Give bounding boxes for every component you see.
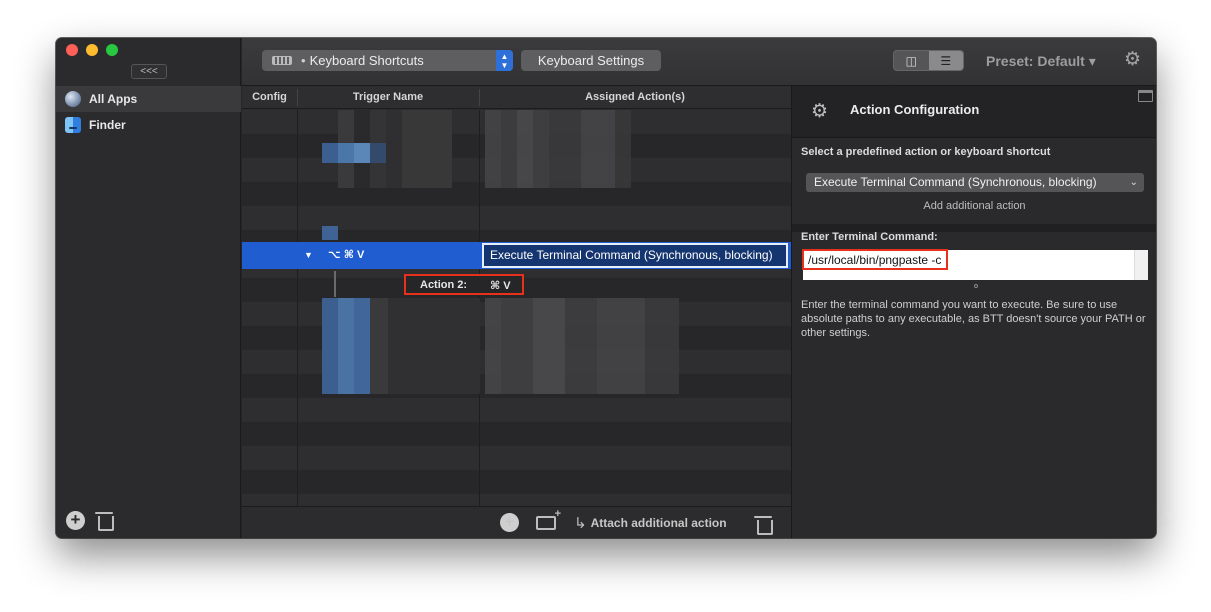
selected-action-label: Execute Terminal Command (Synchronous, b… bbox=[814, 175, 1097, 189]
chevron-down-icon: ⌄ bbox=[1129, 177, 1138, 188]
table-row[interactable] bbox=[242, 470, 791, 494]
finder-icon bbox=[65, 117, 81, 133]
btt-window: <<< All Apps Finder + • Keyboard Shortcu… bbox=[56, 38, 1156, 538]
sub-action-row[interactable]: Action 2: ⌘ V bbox=[404, 274, 524, 295]
delete-trigger-icon[interactable] bbox=[754, 516, 773, 535]
keyboard-icon bbox=[272, 56, 292, 65]
gear-icon: ⚙ bbox=[811, 101, 829, 122]
column-header-action[interactable]: Assigned Action(s) bbox=[479, 91, 791, 103]
attach-action-button[interactable]: ↳ Attach additional action bbox=[574, 514, 727, 532]
app-item-all-apps[interactable]: All Apps bbox=[56, 86, 241, 112]
redacted-trigger-upper-blue-2 bbox=[322, 226, 338, 240]
terminal-command-input[interactable] bbox=[802, 249, 948, 270]
keyboard-settings-button[interactable]: Keyboard Settings bbox=[521, 50, 661, 71]
select-action-hint: Select a predefined action or keyboard s… bbox=[801, 146, 1051, 158]
table-row[interactable] bbox=[242, 422, 791, 446]
terminal-command-help: Enter the terminal command you want to e… bbox=[801, 299, 1146, 339]
trigger-table: Config Trigger Name Assigned Action(s) ▼… bbox=[242, 86, 791, 506]
terminal-command-label: Enter Terminal Command: bbox=[801, 231, 938, 243]
expand-arrow-icon[interactable]: ▼ bbox=[304, 250, 313, 260]
sidebar-actions: + bbox=[66, 511, 114, 531]
table-row[interactable] bbox=[242, 398, 791, 422]
globe-icon bbox=[65, 91, 81, 107]
toolbar: • Keyboard Shortcuts ▲ ▼ Keyboard Setting… bbox=[242, 38, 1156, 86]
selected-trigger-name: ▼ ⌥ ⌘ V bbox=[304, 248, 364, 261]
column-view-icon[interactable]: ◫ bbox=[894, 51, 929, 70]
zoom-window-button[interactable] bbox=[106, 44, 118, 56]
table-header: Config Trigger Name Assigned Action(s) bbox=[242, 86, 791, 109]
attach-action-label: Attach additional action bbox=[590, 516, 727, 530]
redacted-trigger-lower-dark bbox=[388, 298, 480, 394]
command-scrollbar[interactable] bbox=[1134, 250, 1148, 280]
add-additional-action-link[interactable]: Add additional action bbox=[792, 200, 1156, 212]
terminal-command-box[interactable] bbox=[802, 249, 1148, 280]
redacted-trigger-lower bbox=[322, 298, 388, 394]
add-app-button[interactable]: + bbox=[66, 511, 85, 530]
resize-handle[interactable] bbox=[974, 284, 978, 288]
attach-icon: ↳ bbox=[574, 515, 587, 532]
detach-panel-icon[interactable] bbox=[1138, 90, 1153, 102]
collapse-sidebar-button[interactable]: <<< bbox=[131, 64, 167, 79]
table-row[interactable] bbox=[242, 494, 791, 506]
app-item-finder[interactable]: Finder bbox=[56, 112, 241, 138]
table-footer: + ↳ Attach additional action bbox=[242, 506, 791, 538]
column-header-trigger[interactable]: Trigger Name bbox=[297, 91, 479, 103]
redacted-action-lower bbox=[485, 298, 679, 394]
assigned-action-cell[interactable]: Execute Terminal Command (Synchronous, b… bbox=[482, 243, 788, 268]
sidebar: <<< All Apps Finder + bbox=[56, 38, 241, 538]
app-list: All Apps Finder bbox=[56, 86, 241, 138]
window-controls bbox=[66, 44, 118, 56]
trigger-type-label: Keyboard Shortcuts bbox=[309, 53, 424, 68]
table-row[interactable] bbox=[242, 446, 791, 470]
close-window-button[interactable] bbox=[66, 44, 78, 56]
delete-app-icon[interactable] bbox=[95, 512, 114, 531]
minimize-window-button[interactable] bbox=[86, 44, 98, 56]
predefined-action-select[interactable]: Execute Terminal Command (Synchronous, b… bbox=[806, 173, 1144, 192]
selected-trigger-row[interactable]: ▼ ⌥ ⌘ V Execute Terminal Command (Synchr… bbox=[242, 242, 791, 269]
new-folder-icon[interactable] bbox=[536, 508, 561, 530]
sub-action-connector bbox=[334, 271, 336, 297]
sub-action-shortcut: ⌘ V bbox=[490, 280, 511, 292]
config-header: ⚙ Action Configuration bbox=[792, 86, 1156, 138]
config-title: Action Configuration bbox=[850, 102, 980, 117]
sub-action-label: Action 2: bbox=[420, 279, 468, 291]
trigger-shortcut: ⌥ ⌘ V bbox=[327, 249, 365, 261]
preset-select[interactable]: Preset: Default ▾ bbox=[986, 53, 1096, 70]
app-item-label: Finder bbox=[89, 118, 126, 132]
redacted-action-upper bbox=[485, 110, 631, 188]
action-configuration-panel: ⚙ Action Configuration Select a predefin… bbox=[791, 86, 1156, 538]
trigger-type-select[interactable]: • Keyboard Shortcuts ▲ ▼ bbox=[262, 50, 513, 71]
column-header-config[interactable]: Config bbox=[242, 91, 297, 103]
list-view-icon[interactable]: ☰ bbox=[928, 51, 963, 70]
select-arrows-icon: ▲ ▼ bbox=[496, 50, 513, 71]
gear-icon[interactable]: ⚙ bbox=[1124, 50, 1141, 70]
redacted-trigger-upper-blue bbox=[322, 143, 386, 163]
bullet-icon: • bbox=[301, 53, 306, 68]
add-trigger-button[interactable]: + bbox=[500, 513, 519, 532]
view-toggle: ◫ ☰ bbox=[893, 50, 964, 71]
app-item-label: All Apps bbox=[89, 92, 138, 106]
